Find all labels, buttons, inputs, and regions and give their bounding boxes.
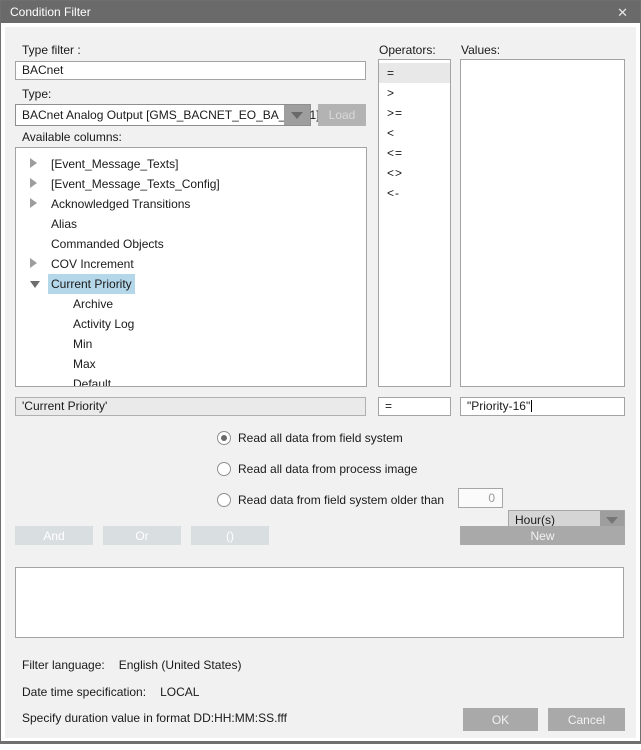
type-combobox-value: BACnet Analog Output [GMS_BACNET_EO_BA_A…: [22, 105, 320, 125]
available-columns-tree[interactable]: [Event_Message_Texts][Event_Message_Text…: [15, 147, 367, 387]
operator-item[interactable]: <=: [379, 143, 450, 163]
tree-item-label: Acknowledged Transitions: [48, 194, 193, 214]
tree-item-label: Activity Log: [70, 314, 137, 334]
values-list[interactable]: [460, 59, 625, 387]
radio-button-icon[interactable]: [217, 431, 231, 445]
tree-item-label: Alias: [48, 214, 80, 234]
date-time-specification-value: LOCAL: [160, 685, 199, 699]
expand-icon[interactable]: [30, 154, 40, 174]
tree-item-label: [Event_Message_Texts_Config]: [48, 174, 223, 194]
tree-item[interactable]: Archive: [16, 294, 366, 314]
dialog-frame: Condition Filter ✕ Type filter : BACnet …: [0, 0, 641, 744]
filter-language-label: Filter language:: [22, 658, 105, 672]
condition-value-text: "Priority-16": [467, 399, 530, 413]
collapse-icon[interactable]: [30, 274, 40, 294]
radio-label: Read all data from process image: [238, 462, 417, 476]
filter-language-value: English (United States): [119, 658, 242, 672]
title-bar: Condition Filter ✕: [1, 1, 640, 23]
cancel-button[interactable]: Cancel: [548, 708, 625, 731]
tree-item[interactable]: Commanded Objects: [16, 234, 366, 254]
operator-item[interactable]: <-: [379, 183, 450, 203]
tree-item[interactable]: Acknowledged Transitions: [16, 194, 366, 214]
tree-item-label: [Event_Message_Texts]: [48, 154, 181, 174]
tree-item-label: COV Increment: [48, 254, 137, 274]
text-cursor: [531, 400, 532, 412]
tree-item-label: Commanded Objects: [48, 234, 167, 254]
chevron-down-icon[interactable]: [284, 105, 310, 125]
tree-item-label: Max: [70, 354, 99, 374]
type-label: Type:: [22, 87, 51, 101]
new-button[interactable]: New: [460, 526, 625, 545]
radio-button-icon[interactable]: [217, 493, 231, 507]
type-combobox[interactable]: BACnet Analog Output [GMS_BACNET_EO_BA_A…: [15, 104, 311, 126]
radio-label: Read data from field system older than: [238, 493, 444, 507]
operator-item[interactable]: <: [379, 123, 450, 143]
dialog-title: Condition Filter: [10, 5, 91, 19]
close-icon[interactable]: ✕: [614, 4, 631, 21]
condition-filter-dialog: Condition Filter ✕ Type filter : BACnet …: [0, 0, 641, 750]
tree-item-label: Archive: [70, 294, 116, 314]
tree-item[interactable]: [Event_Message_Texts_Config]: [16, 174, 366, 194]
parentheses-button[interactable]: (): [191, 526, 269, 545]
tree-item-label: Default: [70, 374, 114, 387]
type-filter-label: Type filter :: [22, 43, 81, 57]
tree-item[interactable]: COV Increment: [16, 254, 366, 274]
and-button[interactable]: And: [15, 526, 93, 545]
type-filter-input[interactable]: BACnet: [15, 61, 366, 80]
load-button[interactable]: Load: [318, 104, 366, 126]
tree-item[interactable]: [Event_Message_Texts]: [16, 154, 366, 174]
or-button[interactable]: Or: [103, 526, 181, 545]
radio-read-older-than[interactable]: Read data from field system older than: [217, 492, 444, 508]
condition-operator-field[interactable]: =: [378, 397, 451, 416]
tree-item[interactable]: Current Priority: [16, 274, 366, 294]
date-time-specification-label: Date time specification:: [22, 685, 146, 699]
radio-read-field-system[interactable]: Read all data from field system: [217, 430, 403, 446]
tree-item[interactable]: Default: [16, 374, 366, 387]
expand-icon[interactable]: [30, 194, 40, 214]
operator-item[interactable]: >: [379, 83, 450, 103]
tree-item[interactable]: Activity Log: [16, 314, 366, 334]
older-than-value-input[interactable]: 0: [458, 488, 503, 508]
available-columns-label: Available columns:: [22, 130, 122, 144]
radio-read-process-image[interactable]: Read all data from process image: [217, 461, 417, 477]
radio-button-icon[interactable]: [217, 462, 231, 476]
dialog-content: Type filter : BACnet Type: BACnet Analog…: [5, 27, 636, 738]
operator-item[interactable]: =: [379, 63, 450, 83]
operator-item[interactable]: >=: [379, 103, 450, 123]
operators-list[interactable]: =>>=<<=<><-: [378, 59, 451, 387]
tree-item[interactable]: Max: [16, 354, 366, 374]
expand-icon[interactable]: [30, 254, 40, 274]
operators-label: Operators:: [379, 43, 436, 57]
tree-item-label: Current Priority: [48, 274, 135, 294]
tree-item[interactable]: Min: [16, 334, 366, 354]
filter-expression-box[interactable]: [15, 567, 624, 638]
condition-column-field: 'Current Priority': [15, 397, 366, 416]
operator-item[interactable]: <>: [379, 163, 450, 183]
expand-icon[interactable]: [30, 174, 40, 194]
radio-label: Read all data from field system: [238, 431, 403, 445]
duration-format-hint: Specify duration value in format DD:HH:M…: [22, 711, 287, 725]
ok-button[interactable]: OK: [463, 708, 538, 731]
values-label: Values:: [461, 43, 500, 57]
condition-value-field[interactable]: "Priority-16": [460, 397, 625, 416]
tree-item[interactable]: Alias: [16, 214, 366, 234]
tree-item-label: Min: [70, 334, 95, 354]
